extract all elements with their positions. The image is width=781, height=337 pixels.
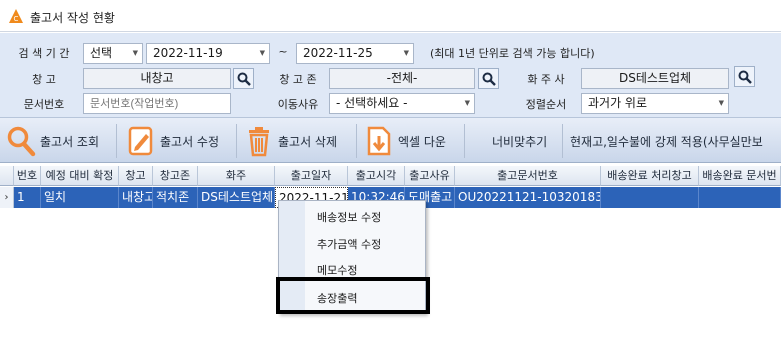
period-type-select[interactable]: 선택 ▼ [83, 43, 143, 64]
date-from-picker[interactable]: 2022-11-19 ▼ [146, 43, 270, 64]
toolbar-separator [562, 124, 563, 158]
title-bar: C 출고서 작성 현황 [0, 0, 781, 32]
grid-cell[interactable]: 적치존 [153, 187, 198, 208]
fit-width-label: 너비맞추기 [492, 134, 548, 149]
grid-cell[interactable]: 일치 [41, 187, 119, 208]
delete-button-label: 출고서 삭제 [278, 134, 338, 149]
column-header[interactable]: 화주 [198, 166, 275, 186]
search-icon [237, 72, 251, 86]
toolbar-separator [236, 124, 237, 158]
date-range-separator: ~ [278, 45, 288, 58]
grid-cell[interactable] [699, 187, 781, 208]
toolbar-separator [464, 124, 465, 158]
column-header[interactable]: 출고문서번호 [455, 166, 601, 186]
force-apply-button[interactable]: 현재고,일수불에 강제 적용(사무실만보 [570, 122, 763, 160]
toolbar: 출고서 조회 출고서 수정 출고서 삭제 엑셀 다운 너비맞추기 현재고,일수불… [0, 117, 781, 163]
owner-label: 화 주 사 [527, 73, 565, 86]
reason-select[interactable]: - 선택하세요 - ▼ [329, 93, 475, 114]
trash-icon [249, 127, 269, 157]
sort-value: 과거가 위로 [588, 96, 648, 110]
fit-width-button[interactable]: 너비맞추기 [492, 122, 547, 160]
reason-label: 이동사유 [277, 98, 319, 111]
column-header[interactable]: 배송완료 문서번 [699, 166, 781, 186]
column-header[interactable]: 출고일자 [275, 166, 348, 186]
date-to-picker[interactable]: 2022-11-25 ▼ [296, 43, 414, 64]
period-type-value: 선택 [90, 46, 113, 60]
row-indicator-header [0, 166, 14, 186]
warehouse-field[interactable]: 내창고 [83, 68, 231, 89]
toolbar-separator [356, 124, 357, 158]
period-label: 검 색 기 간 [18, 47, 70, 60]
window-title: 출고서 작성 현황 [30, 11, 115, 25]
edit-document-icon [128, 126, 153, 156]
date-to-value: 2022-11-25 [303, 46, 373, 60]
highlight-box [276, 277, 430, 314]
edit-button-label: 출고서 수정 [160, 134, 220, 149]
delete-button[interactable]: 출고서 삭제 [244, 122, 337, 160]
column-header[interactable]: 창고존 [153, 166, 198, 186]
force-apply-label: 현재고,일수불에 강제 적용(사무실만보 [570, 134, 763, 149]
docno-label: 문서번호 [23, 98, 65, 111]
menu-item-shipping-info[interactable]: 배송정보 수정 [317, 209, 381, 225]
column-header[interactable]: 창고 [119, 166, 153, 186]
grid-cell[interactable]: DS테스트업체 [198, 187, 275, 208]
grid-cell[interactable] [601, 187, 699, 208]
column-header[interactable]: 예정 대비 확정 [41, 166, 119, 186]
excel-download-label: 엑셀 다운 [398, 134, 446, 149]
date-range-note: (최대 1년 단위로 검색 가능 합니다) [430, 47, 595, 60]
owner-search-button[interactable] [734, 66, 755, 87]
chevron-down-icon: ▼ [403, 49, 409, 57]
search-icon [482, 72, 496, 86]
date-from-value: 2022-11-19 [153, 46, 223, 60]
chevron-down-icon: ▼ [132, 49, 138, 57]
zone-label: 창 고 존 [279, 73, 317, 86]
edit-button[interactable]: 출고서 수정 [126, 122, 219, 160]
toolbar-separator [116, 124, 117, 158]
zone-field[interactable]: -전체- [329, 68, 475, 89]
magnifier-icon [7, 126, 36, 157]
grid-cell[interactable]: OU20221121-103201834 [455, 187, 601, 208]
excel-download-button[interactable]: 엑셀 다운 [364, 122, 446, 160]
app-logo-icon: C [9, 9, 23, 23]
docno-input[interactable] [83, 93, 231, 114]
reason-value: - 선택하세요 - [336, 96, 408, 110]
zone-search-button[interactable] [478, 68, 499, 89]
grid-cell[interactable]: 내창고 [119, 187, 153, 208]
menu-item-memo[interactable]: 메모수정 [317, 262, 357, 278]
sort-label: 정렬순서 [525, 98, 567, 111]
row-indicator-arrow-icon: › [0, 187, 14, 208]
menu-item-extra-amount[interactable]: 추가금액 수정 [317, 236, 381, 252]
chevron-down-icon: ▼ [718, 99, 724, 107]
warehouse-label: 창 고 [32, 73, 56, 86]
download-icon [367, 126, 391, 156]
svg-text:C: C [14, 15, 19, 23]
column-header[interactable]: 번호 [14, 166, 41, 186]
search-panel: 검 색 기 간 선택 ▼ 2022-11-19 ▼ ~ 2022-11-25 ▼… [0, 33, 781, 117]
owner-field[interactable]: DS테스트업체 [581, 68, 729, 89]
column-header[interactable]: 배송완료 처리창고 [601, 166, 699, 186]
chevron-down-icon: ▼ [259, 49, 265, 57]
warehouse-search-button[interactable] [233, 68, 254, 89]
chevron-down-icon: ▼ [464, 99, 470, 107]
grid-cell[interactable]: 1 [14, 187, 41, 208]
column-header[interactable]: 출고시각 [348, 166, 405, 186]
query-button-label: 출고서 조회 [40, 134, 100, 149]
sort-select[interactable]: 과거가 위로 ▼ [581, 93, 729, 114]
search-icon [738, 70, 752, 84]
query-button[interactable]: 출고서 조회 [6, 122, 99, 160]
column-header[interactable]: 출고사유 [405, 166, 455, 186]
